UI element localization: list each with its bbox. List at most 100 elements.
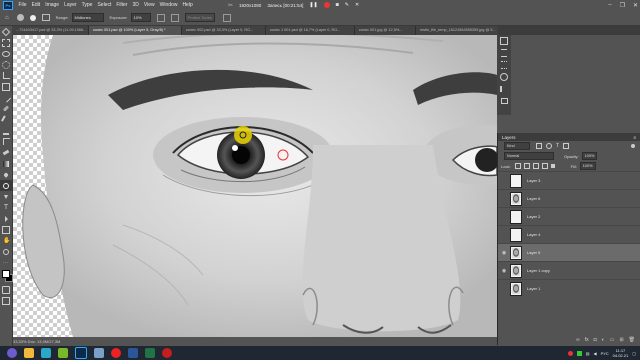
app-icon[interactable] — [94, 348, 104, 358]
pressure-icon[interactable] — [222, 13, 231, 22]
blur-tool[interactable] — [0, 169, 12, 180]
marquee-tool[interactable] — [0, 37, 12, 48]
menu-edit[interactable]: Edit — [29, 0, 43, 10]
filter-adjust-icon[interactable] — [546, 143, 552, 149]
color-swatches[interactable] — [0, 268, 13, 284]
filter-pixel-icon[interactable] — [536, 143, 542, 149]
layer-row[interactable]: Layer 2 — [498, 207, 640, 225]
quick-mask-button[interactable] — [0, 284, 12, 295]
tray-app-icon[interactable] — [576, 350, 582, 356]
home-icon[interactable]: ⌂ — [5, 15, 9, 21]
dodge-tool[interactable] — [0, 180, 12, 191]
layer-row[interactable]: Layer 1 — [498, 279, 640, 297]
excel-icon[interactable] — [145, 348, 155, 358]
airbrush-icon[interactable] — [156, 13, 165, 22]
more-tools[interactable]: ··· — [0, 257, 12, 268]
lock-artboard-icon[interactable] — [541, 163, 548, 169]
kind-filter-select[interactable]: Kind — [504, 142, 530, 150]
history-brush-tool[interactable] — [0, 136, 12, 147]
navigator-panel-button[interactable] — [497, 95, 511, 107]
menu-type[interactable]: Type — [79, 0, 95, 10]
yandex-icon[interactable] — [111, 348, 121, 358]
link-layers-icon[interactable]: ∞ — [576, 337, 580, 343]
language-indicator[interactable]: РУС — [601, 351, 609, 356]
visibility-eye-icon[interactable]: ◉ — [498, 268, 510, 274]
camera-icon[interactable]: ◙ — [336, 2, 339, 8]
frame-tool[interactable] — [0, 81, 12, 92]
brush-panel-icon[interactable] — [41, 14, 50, 21]
lasso-tool[interactable] — [0, 48, 12, 59]
nvidia-icon[interactable] — [58, 348, 68, 358]
menu-3d[interactable]: 3D — [130, 0, 141, 10]
menu-help[interactable]: Help — [180, 0, 195, 10]
close-icon[interactable]: ✕ — [633, 2, 638, 9]
layer-row[interactable]: ◉ Layer 5 — [498, 243, 640, 261]
hand-tool[interactable]: ✋ — [0, 235, 12, 246]
visibility-eye-icon[interactable]: ◉ — [498, 250, 510, 256]
notifications-icon[interactable]: ▢ — [632, 351, 636, 356]
explorer-icon[interactable] — [24, 348, 34, 358]
fx-icon[interactable]: fx — [585, 337, 589, 343]
exposure-input[interactable]: 10% — [130, 13, 151, 22]
menu-select[interactable]: Select — [95, 0, 114, 10]
new-group-icon[interactable]: ▭ — [610, 337, 615, 343]
menu-image[interactable]: Image — [43, 0, 62, 10]
foreground-color[interactable] — [2, 270, 10, 278]
range-select[interactable]: Midtones — [71, 13, 104, 22]
photoshop-taskbar-icon[interactable] — [75, 347, 87, 359]
clone-stamp-tool[interactable] — [0, 125, 12, 136]
gradient-tool[interactable] — [0, 158, 12, 169]
volume-icon[interactable]: ◀ — [594, 351, 597, 356]
pen-icon[interactable]: ✎ — [345, 2, 349, 8]
new-adjustment-icon[interactable]: ◐ — [602, 337, 605, 343]
filter-type-icon[interactable]: T — [556, 143, 559, 149]
lock-move-icon[interactable] — [532, 163, 539, 169]
lock-pixels-icon[interactable] — [514, 163, 521, 169]
document-tab[interactable]: ...724403417.psd @ 33,3% (11.09.1966... — [12, 26, 89, 35]
brushes-panel-button[interactable] — [497, 83, 511, 95]
layer-row[interactable]: Layer 4 — [498, 225, 640, 243]
lock-all-icon[interactable] — [550, 164, 555, 168]
layers-panel-title[interactable]: Layers — [502, 135, 516, 140]
new-layer-icon[interactable]: ⊞ — [619, 337, 623, 343]
add-mask-icon[interactable]: ◘ — [594, 337, 597, 343]
brush-tool[interactable] — [0, 114, 12, 125]
angle-icon[interactable] — [170, 13, 179, 22]
shape-tool[interactable] — [0, 224, 12, 235]
menu-file[interactable]: File — [16, 0, 29, 10]
layer-row[interactable]: Layer 6 — [498, 189, 640, 207]
layer-row[interactable]: ◉ Layer 1 copy — [498, 261, 640, 279]
healing-tool[interactable] — [0, 103, 12, 114]
dodge-tool-preset-icon[interactable] — [16, 14, 24, 21]
protect-tones-checkbox[interactable]: Protect Tones — [184, 13, 215, 22]
document-tab-active[interactable]: колес 001.psd @ 100% (Layer 5, Gray/8) * — [89, 26, 182, 35]
zoom-tool[interactable] — [0, 246, 12, 257]
delete-layer-icon[interactable]: 🗑 — [629, 337, 635, 343]
history-panel-button[interactable] — [497, 35, 511, 47]
document-tab[interactable]: mstin_file_temp_16124564555359.jpg @ 5..… — [416, 26, 498, 35]
network-icon[interactable]: ▤ — [586, 351, 590, 356]
menu-filter[interactable]: Filter — [114, 0, 130, 10]
menu-layer[interactable]: Layer — [62, 0, 80, 10]
panel-menu-icon[interactable]: ≡ — [633, 135, 636, 140]
filter-shape-icon[interactable] — [563, 143, 570, 149]
menu-window[interactable]: Window — [157, 0, 180, 10]
restore-icon[interactable]: ❐ — [620, 2, 625, 9]
path-select-tool[interactable] — [0, 213, 12, 224]
filter-toggle-icon[interactable] — [631, 144, 635, 148]
pause-icon[interactable]: ❚❚ — [309, 2, 317, 8]
adjustments-panel-button[interactable] — [497, 47, 511, 59]
channels-panel-button[interactable] — [497, 71, 511, 83]
document-tab[interactable]: колес 002.psd @ 33,3% (Layer 0, RG... — [182, 26, 266, 35]
properties-panel-button[interactable] — [497, 59, 511, 71]
layer-row[interactable]: Layer 3 — [498, 171, 640, 189]
screen-mode-button[interactable] — [0, 295, 12, 306]
move-tool[interactable] — [0, 26, 12, 37]
opacity-input[interactable]: 100% — [581, 152, 598, 160]
eraser-tool[interactable] — [0, 147, 12, 158]
document-canvas[interactable] — [13, 35, 497, 337]
type-tool[interactable]: T — [0, 202, 12, 213]
start-button[interactable] — [7, 348, 17, 358]
quick-select-tool[interactable] — [0, 59, 12, 70]
close-recorder-icon[interactable]: ✕ — [355, 2, 359, 8]
